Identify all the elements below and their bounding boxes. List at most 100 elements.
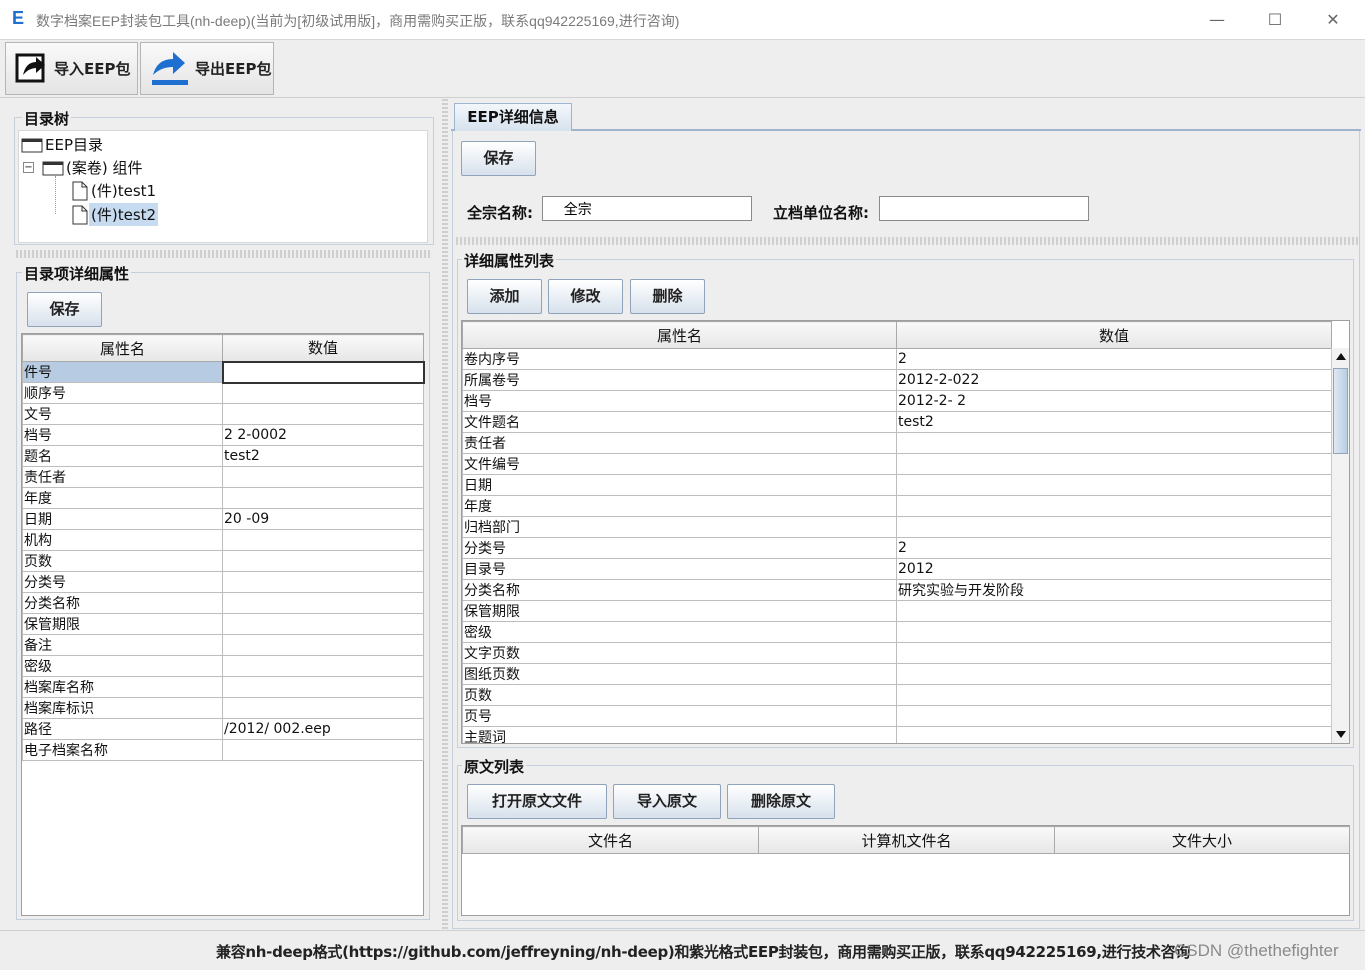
property-name-cell[interactable]: 分类名称 xyxy=(462,579,897,601)
table-row[interactable]: 电子档案名称 xyxy=(22,739,424,761)
property-name-cell[interactable]: 题名 xyxy=(22,445,223,467)
property-value-cell[interactable] xyxy=(222,571,424,593)
table-row[interactable]: 档号 2 2-0002 xyxy=(22,424,424,446)
property-value-cell[interactable] xyxy=(222,739,424,761)
property-value-cell[interactable] xyxy=(896,432,1332,454)
property-name-cell[interactable]: 文件编号 xyxy=(462,453,897,475)
right-save-button[interactable]: 保存 xyxy=(461,141,536,176)
col-header[interactable]: 计算机文件名 xyxy=(758,826,1055,854)
table-row[interactable]: 保管期限 xyxy=(462,600,1332,622)
property-name-cell[interactable]: 件号 xyxy=(22,361,223,383)
property-name-cell[interactable]: 密级 xyxy=(462,621,897,643)
table-row[interactable]: 责任者 xyxy=(462,432,1332,454)
table-row[interactable]: 文件编号 xyxy=(462,453,1332,475)
property-value-cell[interactable]: 2012 xyxy=(896,558,1332,580)
table-row[interactable]: 分类号 xyxy=(22,571,424,593)
table-row[interactable]: 件号 xyxy=(22,360,425,384)
property-value-cell[interactable] xyxy=(222,613,424,635)
left-property-table[interactable]: 属性名 数值 件号 顺序号 文号 档号 2 2-0002 题名 test2 责任者 年度 日期 20… xyxy=(22,334,425,761)
table-row[interactable]: 页号 xyxy=(462,705,1332,727)
table-row[interactable]: 分类名称 xyxy=(22,592,424,614)
table-row[interactable]: 档案库名称 xyxy=(22,676,424,698)
property-value-cell[interactable] xyxy=(896,642,1332,664)
property-name-cell[interactable]: 机构 xyxy=(22,529,223,551)
col-header[interactable]: 属性名 xyxy=(22,334,223,362)
table-row[interactable]: 备注 xyxy=(22,634,424,656)
open-original-button[interactable]: 打开原文文件 xyxy=(467,784,607,819)
table-row[interactable]: 保管期限 xyxy=(22,613,424,635)
property-value-cell[interactable] xyxy=(222,655,424,677)
directory-tree[interactable]: EEP目录 − (案卷) 组件 (件)test1 (件)test2 xyxy=(18,130,428,243)
table-row[interactable]: 顺序号 xyxy=(22,382,424,404)
property-value-cell[interactable] xyxy=(896,726,1332,743)
table-row[interactable]: 机构 xyxy=(22,529,424,551)
property-name-cell[interactable]: 页数 xyxy=(462,684,897,706)
property-value-cell[interactable] xyxy=(222,697,424,719)
property-name-cell[interactable]: 档案库名称 xyxy=(22,676,223,698)
add-button[interactable]: 添加 xyxy=(467,279,542,314)
table-row[interactable]: 年度 xyxy=(462,495,1332,517)
table-row[interactable]: 文字页数 xyxy=(462,642,1332,664)
property-name-cell[interactable]: 备注 xyxy=(22,634,223,656)
property-value-cell[interactable] xyxy=(222,592,424,614)
property-name-cell[interactable]: 责任者 xyxy=(462,432,897,454)
property-value-cell[interactable]: 20 -09 xyxy=(222,508,424,530)
import-eep-button[interactable]: 导入EEP包 xyxy=(5,42,138,95)
table-row[interactable]: 年度 xyxy=(22,487,424,509)
property-name-cell[interactable]: 档号 xyxy=(462,390,897,412)
col-header[interactable]: 文件大小 xyxy=(1054,826,1350,854)
property-value-cell[interactable] xyxy=(896,474,1332,496)
property-name-cell[interactable]: 图纸页数 xyxy=(462,663,897,685)
property-value-cell[interactable] xyxy=(896,621,1332,643)
table-row[interactable]: 日期 20 -09 xyxy=(22,508,424,530)
property-value-cell[interactable]: /2012/ 002.eep xyxy=(222,718,424,740)
col-header[interactable]: 数值 xyxy=(222,334,424,362)
property-name-cell[interactable]: 文号 xyxy=(22,403,223,425)
table-row[interactable]: 页数 xyxy=(462,684,1332,706)
property-value-cell[interactable] xyxy=(222,466,424,488)
import-original-button[interactable]: 导入原文 xyxy=(613,784,721,819)
table-row[interactable]: 归档部门 xyxy=(462,516,1332,538)
table-row[interactable]: 日期 xyxy=(462,474,1332,496)
col-header[interactable]: 数值 xyxy=(896,321,1332,349)
table-row[interactable]: 档号 2012-2- 2 xyxy=(462,390,1332,412)
col-header[interactable]: 属性名 xyxy=(462,321,897,349)
property-name-cell[interactable]: 页数 xyxy=(22,550,223,572)
property-name-cell[interactable]: 文件题名 xyxy=(462,411,897,433)
property-name-cell[interactable]: 分类名称 xyxy=(22,592,223,614)
property-name-cell[interactable]: 顺序号 xyxy=(22,382,223,404)
right-property-table[interactable]: 属性名 数值 卷内序号 2 所属卷号 2012-2-022 档号 2012-2- 2 文件题… xyxy=(462,321,1332,743)
tree-root[interactable]: EEP目录 xyxy=(21,133,105,156)
property-value-cell[interactable] xyxy=(222,403,424,425)
vertical-scrollbar[interactable] xyxy=(1331,348,1349,743)
maximize-button[interactable]: ☐ xyxy=(1255,6,1295,34)
table-row[interactable]: 题名 test2 xyxy=(22,445,424,467)
unit-input[interactable] xyxy=(879,196,1089,221)
table-row[interactable]: 责任者 xyxy=(22,466,424,488)
property-name-cell[interactable]: 卷内序号 xyxy=(462,348,897,370)
col-header[interactable]: 文件名 xyxy=(462,826,759,854)
tree-item[interactable]: (件)test1 xyxy=(71,179,158,202)
property-name-cell[interactable]: 归档部门 xyxy=(462,516,897,538)
export-eep-button[interactable]: 导出EEP包 xyxy=(140,42,274,95)
scroll-down-icon[interactable] xyxy=(1336,731,1346,738)
table-row[interactable]: 所属卷号 2012-2-022 xyxy=(462,369,1332,391)
property-name-cell[interactable]: 电子档案名称 xyxy=(22,739,223,761)
property-value-cell[interactable] xyxy=(896,600,1332,622)
property-name-cell[interactable]: 目录号 xyxy=(462,558,897,580)
property-value-cell[interactable] xyxy=(896,453,1332,475)
property-value-cell[interactable] xyxy=(896,495,1332,517)
main-splitter[interactable] xyxy=(442,99,448,929)
right-splitter[interactable] xyxy=(456,237,1358,245)
property-value-cell[interactable] xyxy=(896,516,1332,538)
property-value-cell[interactable] xyxy=(222,550,424,572)
property-value-cell[interactable] xyxy=(896,663,1332,685)
original-file-table[interactable]: 文件名 计算机文件名 文件大小 xyxy=(462,826,1350,854)
property-name-cell[interactable]: 分类号 xyxy=(462,537,897,559)
property-value-cell[interactable]: 2012-2- 2 xyxy=(896,390,1332,412)
property-name-cell[interactable]: 文字页数 xyxy=(462,642,897,664)
property-name-cell[interactable]: 主题词 xyxy=(462,726,897,743)
table-row[interactable]: 分类名称 研究实验与开发阶段 xyxy=(462,579,1332,601)
scroll-thumb[interactable] xyxy=(1333,368,1348,454)
property-value-cell[interactable] xyxy=(896,684,1332,706)
